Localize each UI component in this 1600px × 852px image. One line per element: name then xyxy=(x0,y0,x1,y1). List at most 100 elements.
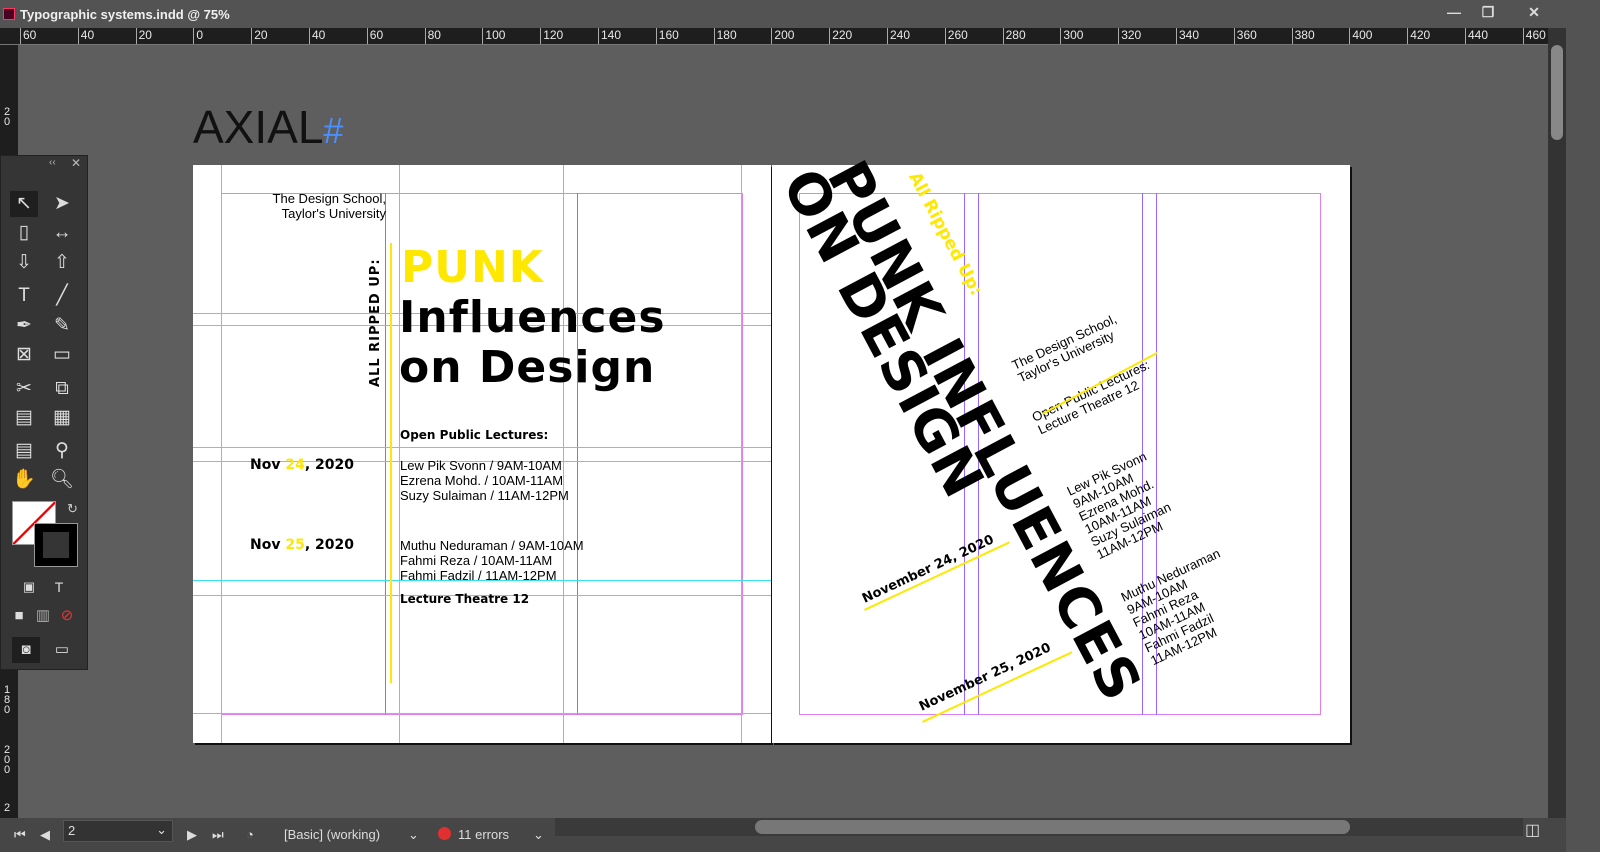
stroke-swatch[interactable] xyxy=(34,523,78,567)
ruler-label: 40 xyxy=(309,28,325,44)
schedule-line: Lew Pik Svonn / 9AM-10AM xyxy=(400,458,562,473)
last-page-button[interactable]: ⏭ xyxy=(212,827,224,843)
collapse-panel-icon[interactable]: ‹‹ xyxy=(49,157,56,168)
horizontal-ruler[interactable]: 60 40 20 0 20 40 60 80 100 120 140 160 180 200 220 240 2… xyxy=(0,28,1548,45)
ruler-label: 260 xyxy=(944,28,968,44)
tools-panel[interactable]: ‹‹ ✕ ↖ ➤ ▯ ↔ ⇩ ⇧ T ╱ ✒ ✎ ⊠ ▭ ✂ ⧉ ▤ ▦ ▤ ⚲… xyxy=(0,155,88,670)
close-panel-icon[interactable]: ✕ xyxy=(71,156,81,170)
gap-tool-icon[interactable]: ↔ xyxy=(48,220,76,246)
page-number-field[interactable]: 2 ⌄ xyxy=(63,820,173,842)
ruler-guide xyxy=(193,447,771,448)
title-on-design[interactable]: on Design xyxy=(399,345,655,391)
chevron-down-icon[interactable]: ⌄ xyxy=(156,822,167,838)
ruler-guide xyxy=(399,165,400,743)
date-month: Nov xyxy=(250,457,286,473)
scissors-tool-icon[interactable]: ✂ xyxy=(10,376,38,402)
gradient-feather-tool-icon[interactable]: ▦ xyxy=(48,405,76,431)
gradient-swatch-tool-icon[interactable]: ▤ xyxy=(10,405,38,431)
minimize-button[interactable]: — xyxy=(1437,2,1471,22)
ruler-guide xyxy=(193,713,771,714)
ruler-label: 120 xyxy=(540,28,563,44)
venue-label[interactable]: Lecture Theatre 12 xyxy=(400,592,529,606)
date-year: , 2020 xyxy=(304,457,354,473)
right-page[interactable]: PUNK INFLUENCES ON DESIGN All Ripped Up:… xyxy=(769,151,1350,743)
chevron-down-icon[interactable]: ⌄ xyxy=(408,827,419,843)
indesign-app-icon xyxy=(3,8,15,20)
scrollbar-thumb[interactable] xyxy=(755,820,1350,834)
title-bar: Typographic systems.indd @ 75% — ❐ ✕ xyxy=(0,0,1600,28)
title-influences[interactable]: Influences xyxy=(399,295,666,341)
date-nov-25[interactable]: Nov 25, 2020 xyxy=(250,537,354,553)
note-tool-icon[interactable]: ▤ xyxy=(10,438,38,464)
status-bar: ⏮ ◀ 2 ⌄ ▶ ⏭ ◔ [Basic] (working) ⌄ 11 erro… xyxy=(0,818,1566,852)
date-year: , 2020 xyxy=(304,537,354,553)
content-collector-icon[interactable]: ⇩ xyxy=(10,250,38,276)
ruler-label: 460 xyxy=(1522,28,1546,44)
vertical-scrollbar[interactable] xyxy=(1548,28,1566,818)
ruler-label: 280 xyxy=(1002,28,1026,44)
ruler-label: 80 xyxy=(424,28,441,44)
eyedropper-tool-icon[interactable]: ⚲ xyxy=(48,438,76,464)
type-tool-icon[interactable]: T xyxy=(10,283,38,309)
chevron-down-icon[interactable]: ⌄ xyxy=(533,827,544,843)
date-day: 25 xyxy=(285,537,305,553)
ruler-label: 180 xyxy=(3,684,11,716)
content-placer-icon[interactable]: ⇧ xyxy=(48,250,76,276)
hand-tool-icon[interactable]: ✋ xyxy=(10,467,38,493)
split-window-icon[interactable]: ◫ xyxy=(1525,820,1540,840)
ruler-label: 60 xyxy=(20,28,36,44)
error-indicator-icon xyxy=(438,827,451,840)
formatting-text-icon[interactable]: T xyxy=(45,574,73,600)
zoom-tool-icon[interactable]: 🔍︎ xyxy=(48,467,76,493)
apply-none-icon[interactable]: ⊘ xyxy=(53,603,81,629)
school-text[interactable]: The Design School, Taylor's University xyxy=(273,191,386,221)
ruler-label: 40 xyxy=(77,28,94,44)
close-button[interactable]: ✕ xyxy=(1517,2,1551,22)
open-document-icon[interactable]: ◔ xyxy=(246,827,254,842)
ruler-guide xyxy=(741,165,742,743)
ruler-label: 20 xyxy=(251,28,268,44)
swap-fill-stroke-icon[interactable]: ↻ xyxy=(67,501,78,517)
normal-view-icon[interactable]: ◙ xyxy=(12,637,40,663)
pen-tool-icon[interactable]: ✒ xyxy=(10,313,38,339)
ruler-label: 240 xyxy=(887,28,910,44)
line-tool-icon[interactable]: ╱ xyxy=(48,283,76,309)
rectangle-tool-icon[interactable]: ▭ xyxy=(48,342,76,368)
date-nov-24[interactable]: Nov 24, 2020 xyxy=(250,457,354,473)
ruler-label: 20 xyxy=(3,106,11,128)
vertical-title[interactable]: ALL RIPPED UP: xyxy=(368,258,383,387)
pencil-tool-icon[interactable]: ✎ xyxy=(48,313,76,339)
ruler-label: 200 xyxy=(3,744,11,776)
ruler-label: 140 xyxy=(598,28,621,44)
ruler-label: 160 xyxy=(655,28,679,44)
day1-schedule[interactable]: Lew Pik Svonn / 9AM-10AM Ezrena Mohd. / … xyxy=(400,458,569,503)
next-page-button[interactable]: ▶ xyxy=(187,827,197,843)
ruler-label: 440 xyxy=(1465,28,1488,44)
free-transform-tool-icon[interactable]: ⧉ xyxy=(48,376,76,402)
page-tool-icon[interactable]: ▯ xyxy=(10,220,38,246)
lectures-label[interactable]: Open Public Lectures: xyxy=(400,428,548,442)
yellow-rule xyxy=(390,243,392,683)
schedule-line: Fahmi Fadzil / 11AM-12PM xyxy=(400,568,557,583)
direct-selection-tool-icon[interactable]: ➤ xyxy=(48,191,76,217)
screen-mode-icon[interactable]: ▭ xyxy=(48,637,76,663)
preflight-profile[interactable]: [Basic] (working) xyxy=(284,827,380,842)
hidden-char-mark: # xyxy=(323,110,344,151)
formatting-container-icon[interactable]: ▣ xyxy=(15,574,43,600)
ruler-label: 320 xyxy=(1118,28,1141,44)
schedule-line: Ezrena Mohd. / 10AM-11AM xyxy=(400,473,564,488)
ruler-label: 20 xyxy=(135,28,152,44)
scrollbar-thumb[interactable] xyxy=(1551,45,1563,140)
title-punk[interactable]: PUNK xyxy=(401,245,544,291)
first-page-button[interactable]: ⏮ xyxy=(14,827,26,843)
previous-page-button[interactable]: ◀ xyxy=(40,827,50,843)
day2-schedule[interactable]: Muthu Neduraman / 9AM-10AM Fahmi Reza / … xyxy=(400,538,584,583)
date-day: 24 xyxy=(285,457,305,473)
rectangle-frame-tool-icon[interactable]: ⊠ xyxy=(10,342,38,368)
document-heading: AXIAL# xyxy=(193,100,343,154)
ruler-label: 220 xyxy=(829,28,852,44)
restore-button[interactable]: ❐ xyxy=(1471,2,1505,22)
error-count[interactable]: 11 errors xyxy=(458,827,509,842)
selection-tool-icon[interactable]: ↖ xyxy=(10,191,38,217)
left-page[interactable]: The Design School, Taylor's University AL… xyxy=(193,165,771,743)
